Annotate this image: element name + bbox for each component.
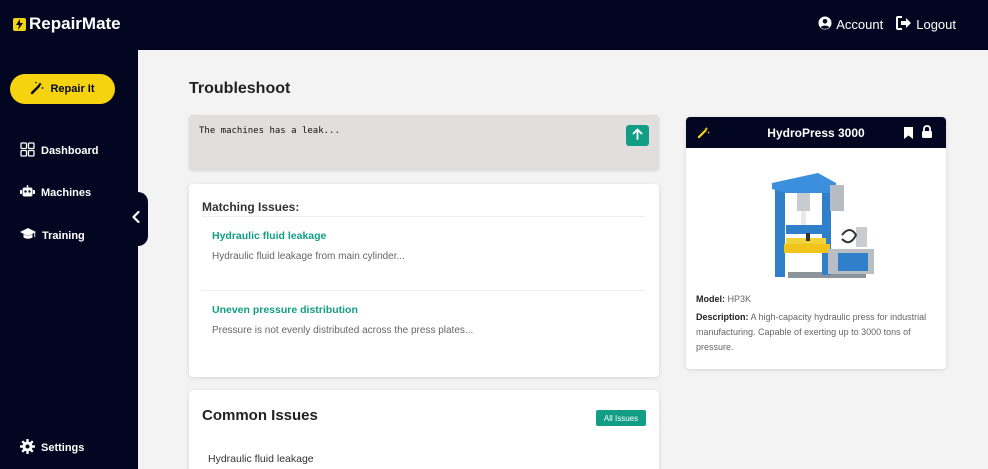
matching-issues-title: Matching Issues:: [202, 200, 300, 214]
issue-name[interactable]: Hydraulic fluid leakage: [212, 230, 326, 242]
sidebar-item-label: Machines: [41, 187, 92, 199]
bookmark-icon[interactable]: [904, 126, 913, 144]
logout-label: Logout: [916, 17, 956, 32]
sidebar-item-training[interactable]: Training: [20, 228, 85, 243]
grid-icon: [20, 142, 35, 160]
account-label: Account: [836, 17, 884, 32]
model-label: Model:: [696, 294, 725, 304]
sidebar-item-label: Training: [42, 229, 85, 242]
machine-image: [764, 169, 889, 281]
issue-description: Hydraulic fluid leakage from main cylind…: [212, 251, 405, 262]
common-issues-title: Common Issues: [202, 407, 318, 424]
robot-icon: [20, 185, 35, 201]
logout-link[interactable]: Logout: [896, 16, 956, 33]
page-title: Troubleshoot: [189, 80, 291, 97]
repair-it-label: Repair It: [50, 83, 95, 95]
matching-issue-item[interactable]: Hydraulic fluid leakage Hydraulic fluid …: [202, 216, 645, 288]
sidebar-item-label: Settings: [41, 442, 85, 454]
sidebar-item-label: Dashboard: [41, 145, 99, 157]
magic-wand-icon: [30, 81, 44, 98]
brand-name: RepairMate: [29, 14, 121, 33]
top-bar: RepairMate Account Logout: [0, 0, 988, 50]
sidebar-collapse-toggle[interactable]: [124, 192, 148, 246]
bolt-logo-icon: [13, 17, 26, 31]
matching-issue-item[interactable]: Uneven pressure distribution Pressure is…: [202, 290, 645, 362]
chevron-left-icon: [132, 210, 140, 228]
troubleshoot-input[interactable]: The machines has a leak...: [189, 115, 659, 170]
common-issues-card: Common Issues All Issues Hydraulic fluid…: [189, 390, 659, 469]
machine-description: Description: A high-capacity hydraulic p…: [696, 310, 941, 355]
lock-icon[interactable]: [921, 125, 933, 143]
troubleshoot-input-text[interactable]: The machines has a leak...: [199, 126, 340, 136]
machine-card: HydroPress 3000 Model: HP3K Description:…: [686, 117, 946, 369]
machine-model: Model: HP3K: [696, 292, 941, 307]
common-issue-item[interactable]: Hydraulic fluid leakage: [208, 453, 314, 465]
submit-button[interactable]: [626, 125, 649, 146]
arrow-up-icon: [632, 127, 643, 145]
sidebar-item-dashboard[interactable]: Dashboard: [20, 142, 98, 160]
brand[interactable]: RepairMate: [13, 14, 121, 34]
issue-description: Pressure is not evenly distributed acros…: [212, 325, 474, 336]
user-circle-icon: [818, 16, 832, 33]
description-label: Description:: [696, 312, 749, 322]
repair-it-button[interactable]: Repair It: [10, 74, 115, 104]
machine-card-header: HydroPress 3000: [686, 117, 946, 148]
matching-issues-card: Matching Issues: Hydraulic fluid leakage…: [189, 184, 659, 377]
logout-icon: [896, 16, 912, 33]
top-nav: Account Logout: [818, 16, 956, 33]
account-link[interactable]: Account: [818, 16, 883, 33]
model-value: HP3K: [727, 294, 752, 304]
gear-icon: [20, 439, 35, 457]
issue-name[interactable]: Uneven pressure distribution: [212, 304, 358, 316]
sidebar-item-settings[interactable]: Settings: [20, 439, 84, 457]
all-issues-button[interactable]: All Issues: [596, 410, 646, 426]
sidebar-item-machines[interactable]: Machines: [20, 185, 91, 201]
graduation-cap-icon: [20, 228, 36, 243]
sidebar: Repair It Dashboard Machines Training Se…: [0, 50, 138, 469]
